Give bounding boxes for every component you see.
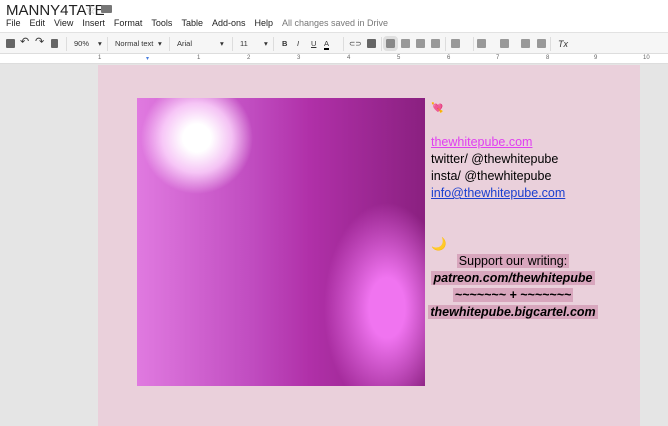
underline-button[interactable]: U [311, 38, 316, 50]
chevron-down-icon: ▾ [98, 39, 102, 48]
menu-addons[interactable]: Add-ons [212, 18, 246, 28]
folder-icon[interactable] [101, 5, 112, 13]
align-left-icon[interactable] [383, 36, 398, 51]
contact-text: 💘 thewhitepube.com twitter/ @thewhitepub… [428, 100, 601, 321]
bulleted-list-icon[interactable] [500, 39, 509, 48]
email-link[interactable]: info@thewhitepube.com [431, 186, 565, 200]
moon-emoji: 🌙 [431, 237, 447, 251]
line-spacing-icon[interactable] [451, 39, 460, 48]
zoom-select[interactable]: 90% [74, 38, 89, 50]
patreon-text: patreon.com/thewhitepube [431, 271, 595, 285]
comment-icon[interactable] [367, 39, 376, 48]
menu-tools[interactable]: Tools [151, 18, 172, 28]
insta-handle: insta/ @thewhitepube [431, 169, 552, 183]
bigcartel-text: thewhitepube.bigcartel.com [428, 305, 598, 319]
chevron-down-icon: ▾ [220, 39, 224, 48]
decrease-indent-icon[interactable] [521, 39, 530, 48]
increase-indent-icon[interactable] [537, 39, 546, 48]
numbered-list-icon[interactable] [477, 39, 486, 48]
chevron-down-icon: ▾ [158, 39, 162, 48]
photo-image[interactable] [137, 98, 425, 386]
indent-marker-icon[interactable]: ▾ [146, 55, 149, 62]
save-status: All changes saved in Drive [282, 18, 389, 28]
menu-insert[interactable]: Insert [82, 18, 105, 28]
menu-table[interactable]: Table [181, 18, 203, 28]
divider-text: ~~~~~~~ + ~~~~~~~ [452, 288, 574, 302]
redo-icon[interactable]: ↷ [35, 36, 44, 48]
support-text: Support our writing: [456, 254, 570, 268]
justify-icon[interactable] [431, 39, 440, 48]
link-icon[interactable]: ⊂⊃ [349, 38, 362, 50]
heart-emoji: 💘 [431, 103, 444, 114]
size-select[interactable]: 11 [240, 38, 248, 50]
menu-bar: File Edit View Insert Format Tools Table… [6, 18, 397, 28]
paint-format-icon[interactable] [51, 39, 58, 48]
bold-button[interactable]: B [282, 38, 287, 50]
align-right-icon[interactable] [416, 39, 425, 48]
ruler[interactable]: 1 ▾ 1 2 3 4 5 6 7 8 9 10 [0, 54, 668, 64]
style-select[interactable]: Normal text [115, 38, 153, 50]
undo-icon[interactable]: ↶ [20, 36, 29, 48]
menu-format[interactable]: Format [114, 18, 143, 28]
text-color-button[interactable]: A [324, 38, 330, 50]
italic-button[interactable]: I [297, 38, 299, 50]
menu-help[interactable]: Help [254, 18, 273, 28]
site-link[interactable]: thewhitepube.com [431, 135, 532, 149]
twitter-handle: twitter/ @thewhitepube [431, 152, 559, 166]
align-center-icon[interactable] [401, 39, 410, 48]
menu-edit[interactable]: Edit [30, 18, 46, 28]
star-icon[interactable]: ☆ [85, 2, 97, 18]
menu-view[interactable]: View [54, 18, 73, 28]
clear-formatting-icon[interactable]: Tx [558, 38, 568, 50]
menu-file[interactable]: File [6, 18, 21, 28]
font-select[interactable]: Arial [177, 38, 192, 50]
print-icon[interactable] [6, 39, 15, 48]
chevron-down-icon: ▾ [264, 39, 268, 48]
toolbar: ↶ ↷ 90% ▾ Normal text ▾ Arial ▾ 11 ▾ B I… [0, 32, 668, 54]
